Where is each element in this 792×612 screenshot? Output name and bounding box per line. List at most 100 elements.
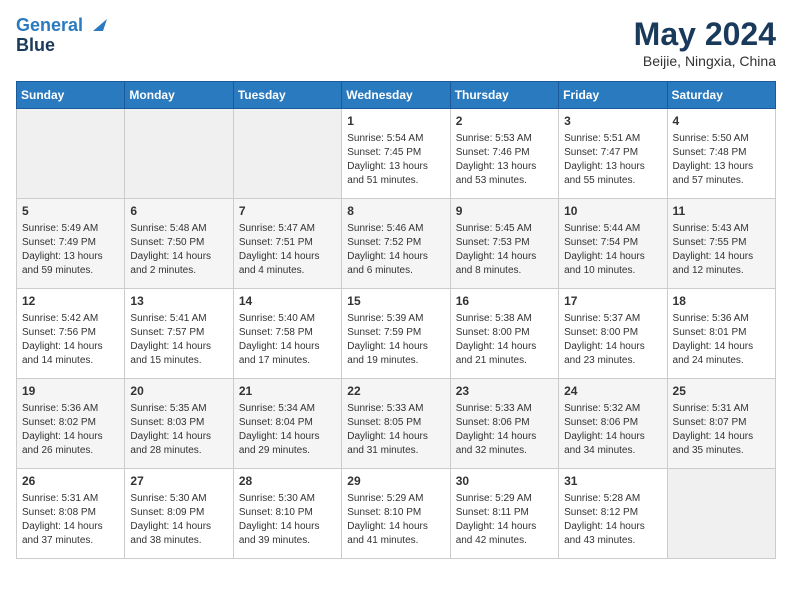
day-info: Sunrise: 5:43 AM Sunset: 7:55 PM Dayligh… (673, 222, 770, 278)
header-friday: Friday (559, 82, 667, 109)
day-cell: 15 Sunrise: 5:39 AM Sunset: 7:59 PM Dayli… (342, 289, 450, 379)
day-cell: 21 Sunrise: 5:34 AM Sunset: 8:04 PM Dayli… (233, 379, 341, 469)
logo: General Blue (16, 16, 107, 56)
day-number: 20 (130, 383, 227, 400)
day-info: Sunrise: 5:34 AM Sunset: 8:04 PM Dayligh… (239, 402, 336, 458)
day-cell: 27 Sunrise: 5:30 AM Sunset: 8:09 PM Dayli… (125, 469, 233, 559)
day-number: 17 (564, 293, 661, 310)
day-info: Sunrise: 5:38 AM Sunset: 8:00 PM Dayligh… (456, 312, 553, 368)
day-number: 31 (564, 473, 661, 490)
day-cell: 25 Sunrise: 5:31 AM Sunset: 8:07 PM Dayli… (667, 379, 775, 469)
day-cell: 8Sunrise: 5:46 AM Sunset: 7:52 PM Daylig… (342, 199, 450, 289)
day-info: Sunrise: 5:33 AM Sunset: 8:05 PM Dayligh… (347, 402, 444, 458)
day-number: 21 (239, 383, 336, 400)
day-cell: 17 Sunrise: 5:37 AM Sunset: 8:00 PM Dayli… (559, 289, 667, 379)
day-number: 11 (673, 203, 770, 220)
day-number: 25 (673, 383, 770, 400)
day-number: 13 (130, 293, 227, 310)
day-cell: 31 Sunrise: 5:28 AM Sunset: 8:12 PM Dayli… (559, 469, 667, 559)
day-cell: 20 Sunrise: 5:35 AM Sunset: 8:03 PM Dayli… (125, 379, 233, 469)
day-number: 9 (456, 203, 553, 220)
day-number: 26 (22, 473, 119, 490)
day-cell: 26 Sunrise: 5:31 AM Sunset: 8:08 PM Dayli… (17, 469, 125, 559)
logo-text-blue: Blue (16, 36, 55, 56)
title-block: May 2024 Beijie, Ningxia, China (634, 16, 776, 69)
day-number: 3 (564, 113, 661, 130)
day-number: 10 (564, 203, 661, 220)
page-header: General Blue May 2024 Beijie, Ningxia, C… (16, 16, 776, 69)
day-number: 19 (22, 383, 119, 400)
day-cell: 24Sunrise: 5:32 AM Sunset: 8:06 PM Dayli… (559, 379, 667, 469)
day-info: Sunrise: 5:50 AM Sunset: 7:48 PM Dayligh… (673, 132, 770, 188)
day-number: 28 (239, 473, 336, 490)
day-cell: 1 Sunrise: 5:54 AM Sunset: 7:45 PM Daylig… (342, 109, 450, 199)
day-info: Sunrise: 5:28 AM Sunset: 8:12 PM Dayligh… (564, 492, 661, 548)
week-row-1: 1 Sunrise: 5:54 AM Sunset: 7:45 PM Daylig… (17, 109, 776, 199)
header-wednesday: Wednesday (342, 82, 450, 109)
location: Beijie, Ningxia, China (634, 53, 776, 69)
day-cell (125, 109, 233, 199)
day-number: 27 (130, 473, 227, 490)
day-cell: 7Sunrise: 5:47 AM Sunset: 7:51 PM Daylig… (233, 199, 341, 289)
day-info: Sunrise: 5:30 AM Sunset: 8:09 PM Dayligh… (130, 492, 227, 548)
day-number: 29 (347, 473, 444, 490)
day-number: 15 (347, 293, 444, 310)
week-row-5: 26 Sunrise: 5:31 AM Sunset: 8:08 PM Dayli… (17, 469, 776, 559)
day-info: Sunrise: 5:31 AM Sunset: 8:08 PM Dayligh… (22, 492, 119, 548)
header-monday: Monday (125, 82, 233, 109)
day-number: 8 (347, 203, 444, 220)
day-info: Sunrise: 5:39 AM Sunset: 7:59 PM Dayligh… (347, 312, 444, 368)
logo-text-general: General (16, 16, 83, 36)
calendar-table: SundayMondayTuesdayWednesdayThursdayFrid… (16, 81, 776, 559)
day-number: 5 (22, 203, 119, 220)
day-number: 18 (673, 293, 770, 310)
day-number: 2 (456, 113, 553, 130)
day-cell: 14Sunrise: 5:40 AM Sunset: 7:58 PM Dayli… (233, 289, 341, 379)
day-info: Sunrise: 5:30 AM Sunset: 8:10 PM Dayligh… (239, 492, 336, 548)
day-number: 1 (347, 113, 444, 130)
week-row-4: 19 Sunrise: 5:36 AM Sunset: 8:02 PM Dayli… (17, 379, 776, 469)
day-number: 30 (456, 473, 553, 490)
day-cell: 5 Sunrise: 5:49 AM Sunset: 7:49 PM Daylig… (17, 199, 125, 289)
day-info: Sunrise: 5:42 AM Sunset: 7:56 PM Dayligh… (22, 312, 119, 368)
day-number: 24 (564, 383, 661, 400)
day-number: 4 (673, 113, 770, 130)
week-row-3: 12 Sunrise: 5:42 AM Sunset: 7:56 PM Dayli… (17, 289, 776, 379)
day-cell: 19 Sunrise: 5:36 AM Sunset: 8:02 PM Dayli… (17, 379, 125, 469)
day-info: Sunrise: 5:33 AM Sunset: 8:06 PM Dayligh… (456, 402, 553, 458)
day-cell: 30Sunrise: 5:29 AM Sunset: 8:11 PM Dayli… (450, 469, 558, 559)
header-saturday: Saturday (667, 82, 775, 109)
day-cell: 4 Sunrise: 5:50 AM Sunset: 7:48 PM Daylig… (667, 109, 775, 199)
day-cell: 13 Sunrise: 5:41 AM Sunset: 7:57 PM Dayli… (125, 289, 233, 379)
day-info: Sunrise: 5:31 AM Sunset: 8:07 PM Dayligh… (673, 402, 770, 458)
week-row-2: 5 Sunrise: 5:49 AM Sunset: 7:49 PM Daylig… (17, 199, 776, 289)
header-tuesday: Tuesday (233, 82, 341, 109)
day-info: Sunrise: 5:54 AM Sunset: 7:45 PM Dayligh… (347, 132, 444, 188)
day-info: Sunrise: 5:29 AM Sunset: 8:10 PM Dayligh… (347, 492, 444, 548)
day-info: Sunrise: 5:48 AM Sunset: 7:50 PM Dayligh… (130, 222, 227, 278)
day-info: Sunrise: 5:45 AM Sunset: 7:53 PM Dayligh… (456, 222, 553, 278)
day-info: Sunrise: 5:49 AM Sunset: 7:49 PM Dayligh… (22, 222, 119, 278)
day-info: Sunrise: 5:36 AM Sunset: 8:02 PM Dayligh… (22, 402, 119, 458)
day-number: 6 (130, 203, 227, 220)
day-cell: 28 Sunrise: 5:30 AM Sunset: 8:10 PM Dayli… (233, 469, 341, 559)
logo-bird-icon (85, 13, 107, 35)
day-cell: 3 Sunrise: 5:51 AM Sunset: 7:47 PM Daylig… (559, 109, 667, 199)
day-cell: 16Sunrise: 5:38 AM Sunset: 8:00 PM Dayli… (450, 289, 558, 379)
day-cell: 6 Sunrise: 5:48 AM Sunset: 7:50 PM Daylig… (125, 199, 233, 289)
day-cell (667, 469, 775, 559)
day-info: Sunrise: 5:35 AM Sunset: 8:03 PM Dayligh… (130, 402, 227, 458)
day-number: 12 (22, 293, 119, 310)
day-info: Sunrise: 5:41 AM Sunset: 7:57 PM Dayligh… (130, 312, 227, 368)
day-cell: 2Sunrise: 5:53 AM Sunset: 7:46 PM Daylig… (450, 109, 558, 199)
calendar-header-row: SundayMondayTuesdayWednesdayThursdayFrid… (17, 82, 776, 109)
day-cell: 29 Sunrise: 5:29 AM Sunset: 8:10 PM Dayli… (342, 469, 450, 559)
day-number: 23 (456, 383, 553, 400)
day-number: 22 (347, 383, 444, 400)
day-info: Sunrise: 5:37 AM Sunset: 8:00 PM Dayligh… (564, 312, 661, 368)
day-info: Sunrise: 5:51 AM Sunset: 7:47 PM Dayligh… (564, 132, 661, 188)
header-sunday: Sunday (17, 82, 125, 109)
day-cell: 23 Sunrise: 5:33 AM Sunset: 8:06 PM Dayli… (450, 379, 558, 469)
header-thursday: Thursday (450, 82, 558, 109)
day-cell (233, 109, 341, 199)
